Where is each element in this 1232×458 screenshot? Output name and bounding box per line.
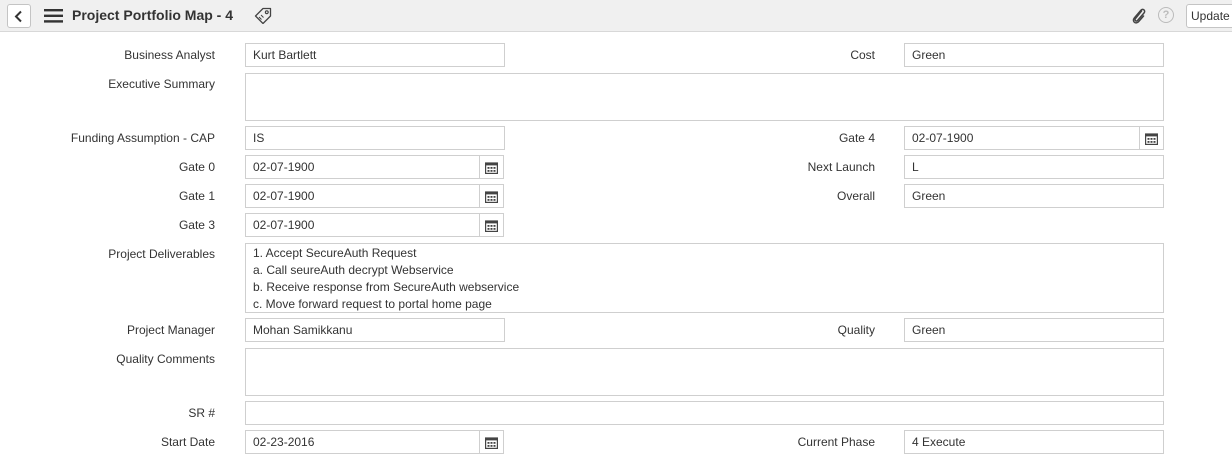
page-title: Project Portfolio Map - 4 [72,7,234,23]
start-date-picker: 02-23-2016 [245,430,504,454]
overall-field[interactable]: Green [904,184,1164,208]
calendar-icon [485,191,498,203]
cost-field[interactable]: Green [904,43,1164,67]
gate0-calendar-button[interactable] [480,155,504,179]
calendar-icon [1145,133,1158,145]
gate1-calendar-button[interactable] [480,184,504,208]
gate4-label: Gate 4 [838,131,875,145]
calendar-icon [485,220,498,232]
sr-number-field[interactable] [245,401,1164,425]
gate1-date-input[interactable]: 02-07-1900 [245,184,480,208]
form-header: Project Portfolio Map - 4 ? Update [0,0,1232,32]
funding-assumption-label: Funding Assumption - CAP [70,131,215,145]
help-icon[interactable]: ? [1158,7,1174,23]
next-launch-label: Next Launch [807,160,875,174]
gate0-date-picker: 02-07-1900 [245,155,504,179]
cost-label: Cost [850,48,875,62]
project-manager-field[interactable]: Mohan Samikkanu [245,318,505,342]
business-analyst-label: Business Analyst [124,48,215,62]
quality-label: Quality [837,323,875,337]
overall-label: Overall [836,189,875,203]
current-phase-field[interactable]: 4 Execute [904,430,1164,454]
quality-field[interactable]: Green [904,318,1164,342]
business-analyst-field[interactable]: Kurt Bartlett [245,43,505,67]
gate0-date-input[interactable]: 02-07-1900 [245,155,480,179]
project-manager-label: Project Manager [126,323,215,337]
start-date-calendar-button[interactable] [480,430,504,454]
calendar-icon [485,437,498,449]
gate4-date-input[interactable]: 02-07-1900 [904,126,1140,150]
tag-icon[interactable] [254,7,272,24]
start-date-label: Start Date [160,435,215,449]
gate3-calendar-button[interactable] [480,213,504,237]
gate1-date-picker: 02-07-1900 [245,184,504,208]
start-date-input[interactable]: 02-23-2016 [245,430,480,454]
gate3-date-picker: 02-07-1900 [245,213,504,237]
quality-comments-label: Quality Comments [116,352,215,366]
hamburger-menu-icon[interactable] [44,9,63,23]
deliverable-line: b. Receive response from SecureAuth webs… [253,280,520,294]
deliverable-line: a. Call seureAuth decrypt Webservice [253,263,454,277]
update-button[interactable]: Update [1186,4,1232,28]
deliverable-line: c. Move forward request to portal home p… [253,297,492,311]
executive-summary-textarea[interactable] [245,73,1164,121]
chevron-left-icon [14,10,22,23]
quality-comments-textarea[interactable] [245,348,1164,396]
paperclip-icon[interactable] [1131,7,1147,25]
calendar-icon [485,162,498,174]
gate4-calendar-button[interactable] [1140,126,1164,150]
next-launch-field[interactable]: L [904,155,1164,179]
sr-number-label: SR # [188,406,215,420]
gate3-label: Gate 3 [178,218,215,232]
gate4-date-picker: 02-07-1900 [904,126,1164,150]
gate1-label: Gate 1 [178,189,215,203]
funding-assumption-field[interactable]: IS [245,126,505,150]
gate0-label: Gate 0 [178,160,215,174]
current-phase-label: Current Phase [797,435,875,449]
executive-summary-label: Executive Summary [108,77,215,91]
gate3-date-input[interactable]: 02-07-1900 [245,213,480,237]
deliverable-line: 1. Accept SecureAuth Request [253,246,417,260]
back-button[interactable] [7,4,31,28]
project-deliverables-textarea[interactable]: 1. Accept SecureAuth Request a. Call seu… [245,243,1164,313]
project-deliverables-label: Project Deliverables [108,247,215,261]
